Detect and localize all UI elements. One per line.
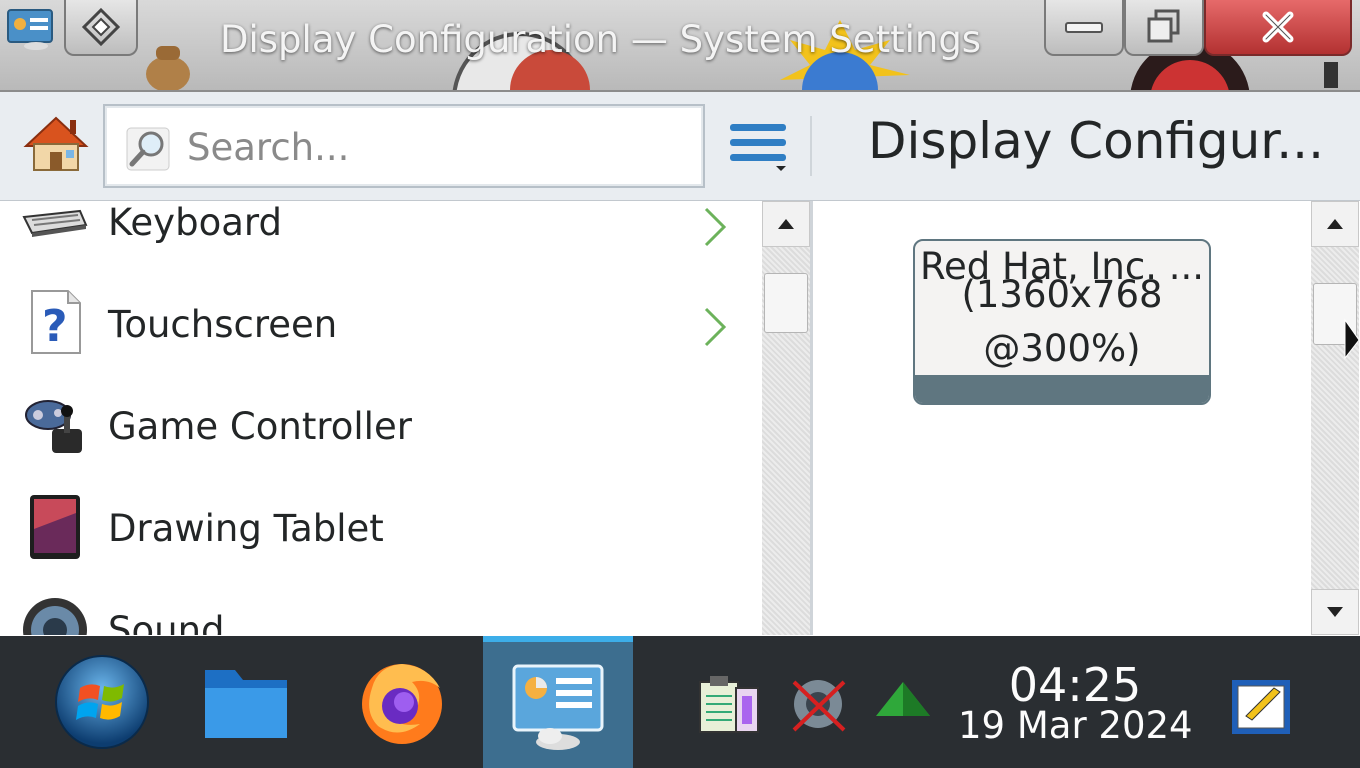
list-item-drawing-tablet[interactable]: Drawing Tablet <box>0 475 762 577</box>
system-settings-icon <box>512 664 604 750</box>
list-item-keyboard[interactable]: Keyboard <box>0 201 762 271</box>
arrow-down-icon <box>1327 607 1343 617</box>
chevron-right-icon <box>704 307 727 347</box>
keep-above-button[interactable] <box>64 0 138 56</box>
window-title: Display Configuration — System Settings <box>220 18 982 61</box>
clock-date[interactable]: 19 Mar 2024 <box>958 704 1193 747</box>
page-title: Display Configur... <box>868 112 1324 170</box>
minimize-button[interactable] <box>1044 0 1124 56</box>
restore-icon <box>1147 9 1180 43</box>
game-controller-icon <box>25 400 82 453</box>
display-configuration-view: Red Hat, Inc. ... (1360x768 @300%) <box>813 201 1311 635</box>
mouse-cursor-icon <box>1344 318 1360 360</box>
firefox-icon <box>362 664 442 744</box>
list-item-sound[interactable]: Sound <box>0 577 762 635</box>
search-input[interactable] <box>185 120 689 174</box>
keyboard-icon <box>22 209 88 237</box>
clipboard-icon[interactable] <box>696 674 762 736</box>
list-item-label: Game Controller <box>108 405 412 448</box>
task-firefox[interactable] <box>350 636 454 768</box>
list-item-label: Sound <box>108 609 225 635</box>
close-button[interactable] <box>1204 0 1352 56</box>
close-icon <box>1262 11 1294 43</box>
list-item-touchscreen[interactable]: ? Touchscreen <box>0 271 762 373</box>
chevron-right-icon <box>704 207 727 247</box>
category-list-scrollbar[interactable] <box>762 201 810 635</box>
search-icon <box>126 127 170 171</box>
search-box[interactable] <box>103 104 705 188</box>
scrollbar-handle[interactable] <box>764 273 808 333</box>
background-decoration <box>146 46 190 90</box>
taskbar: 04:25 19 Mar 2024 <box>0 636 1360 768</box>
network-triangle-icon[interactable] <box>874 674 932 724</box>
window-app-icon[interactable] <box>0 0 60 56</box>
application-launcher-button[interactable] <box>44 636 160 768</box>
task-file-manager[interactable] <box>196 636 296 768</box>
monitor-taskbar-strip <box>915 375 1209 403</box>
toolbar-separator <box>810 116 812 176</box>
minimize-icon <box>1065 22 1103 33</box>
monitor-resolution: (1360x768 <box>961 273 1163 316</box>
system-settings-icon <box>7 9 53 50</box>
notes-widget-icon[interactable] <box>1228 674 1294 736</box>
list-item-label: Keyboard <box>108 201 282 244</box>
home-icon <box>23 116 89 171</box>
tablet-icon <box>30 495 80 559</box>
list-item-game-controller[interactable]: Game Controller <box>0 373 762 475</box>
header-toolbar: Display Configur... <box>0 92 1360 201</box>
pin-diamond-icon <box>81 7 121 47</box>
scroll-up-button[interactable] <box>762 201 810 247</box>
monitor-output[interactable]: Red Hat, Inc. ... (1360x768 @300%) <box>913 239 1211 405</box>
start-menu-icon <box>55 655 149 749</box>
help-document-icon: ? <box>31 290 81 354</box>
hamburger-menu-button[interactable] <box>726 122 792 172</box>
window-resize-grip[interactable] <box>1324 62 1338 88</box>
svg-text:?: ? <box>42 301 68 352</box>
folder-icon <box>205 670 287 738</box>
display-view-scrollbar[interactable] <box>1311 201 1359 635</box>
scroll-down-button[interactable] <box>1311 589 1359 635</box>
arrow-up-icon <box>1327 219 1343 229</box>
monitor-scale: @300%) <box>983 327 1141 370</box>
window-titlebar[interactable]: Display Configuration — System Settings <box>0 0 1360 92</box>
task-system-settings[interactable] <box>483 636 633 768</box>
hamburger-menu-icon <box>730 124 786 171</box>
list-item-label: Touchscreen <box>108 303 338 346</box>
speaker-icon <box>23 598 87 635</box>
scroll-up-button[interactable] <box>1311 201 1359 247</box>
list-item-label: Drawing Tablet <box>108 507 384 550</box>
category-list: Keyboard ? Touchscreen Game Controller D… <box>0 201 762 635</box>
home-button[interactable] <box>20 114 92 176</box>
audio-muted-icon[interactable] <box>788 674 850 736</box>
maximize-button[interactable] <box>1124 0 1204 56</box>
arrow-up-icon <box>778 219 794 229</box>
